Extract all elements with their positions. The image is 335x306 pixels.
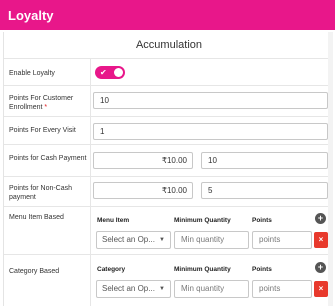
category-min-quantity-input[interactable]: Min quantity <box>174 280 249 298</box>
close-icon: × <box>318 284 324 293</box>
caret-down-icon: ▼ <box>159 237 165 243</box>
category-points-input[interactable]: points <box>252 280 312 298</box>
enrollment-label-text: Points For Customer Enrollment <box>9 95 74 111</box>
category-based-row: Category Based Category Minimum Quantity… <box>4 254 332 306</box>
min-quantity-column-header: Minimum Quantity <box>174 217 231 224</box>
min-quantity-column-header: Minimum Quantity <box>174 266 231 273</box>
category-based-label: Category Based <box>9 268 60 275</box>
vertical-scrollbar[interactable] <box>328 32 333 306</box>
plus-icon: + <box>317 262 324 272</box>
toggle-knob <box>114 68 123 77</box>
non-cash-payment-row: Points for Non-Cash payment ₹10.00 5 <box>4 176 332 206</box>
non-cash-points-input[interactable]: 5 <box>201 182 328 199</box>
checkmark-icon: ✔ <box>100 68 107 77</box>
menu-item-min-quantity-input[interactable]: Min quantity <box>174 231 249 249</box>
row-divider <box>90 207 91 254</box>
category-column-header: Category <box>97 266 126 273</box>
menu-item-points-input[interactable]: points <box>252 231 312 249</box>
category-select-value: Select an Op... <box>102 284 155 293</box>
remove-category-button[interactable]: × <box>314 281 328 297</box>
add-menu-item-button[interactable]: + <box>315 213 326 224</box>
row-divider <box>90 145 91 176</box>
menu-item-column-header: Menu Item <box>97 217 130 224</box>
every-visit-points-input[interactable]: 1 <box>93 123 328 140</box>
add-category-button[interactable]: + <box>315 262 326 273</box>
cash-payment-label: Points for Cash Payment <box>9 155 87 162</box>
menu-item-based-row: Menu Item Based Menu Item Minimum Quanti… <box>4 206 332 254</box>
non-cash-amount-input[interactable]: ₹10.00 <box>93 182 193 199</box>
every-visit-label: Points For Every Visit <box>9 127 76 134</box>
row-divider <box>90 255 91 306</box>
enrollment-label: Points For Customer Enrollment * <box>9 94 87 112</box>
cash-payment-row: Points for Cash Payment ₹10.00 10 <box>4 144 332 176</box>
cash-points-input[interactable]: 10 <box>201 152 328 169</box>
points-column-header: Points <box>252 217 272 224</box>
row-divider <box>90 86 91 116</box>
page-title: Loyalty <box>8 7 54 23</box>
points-column-header: Points <box>252 266 272 273</box>
required-mark: * <box>44 104 48 111</box>
caret-down-icon: ▼ <box>159 286 165 292</box>
menu-item-select-value: Select an Op... <box>102 235 155 244</box>
row-divider <box>90 177 91 206</box>
enable-loyalty-row: Enable Loyalty ✔ <box>4 58 332 85</box>
non-cash-payment-label: Points for Non-Cash payment <box>9 185 73 201</box>
menu-item-based-label: Menu Item Based <box>9 214 64 221</box>
accumulation-panel: Accumulation Enable Loyalty ✔ Points For… <box>3 32 333 306</box>
enrollment-points-input[interactable]: 10 <box>93 92 328 109</box>
app-header: Loyalty <box>0 0 335 30</box>
menu-item-select[interactable]: Select an Op... ▼ <box>96 231 171 249</box>
enable-loyalty-label: Enable Loyalty <box>9 70 55 77</box>
every-visit-row: Points For Every Visit 1 <box>4 116 332 144</box>
remove-menu-item-button[interactable]: × <box>314 232 328 248</box>
row-divider <box>90 117 91 144</box>
plus-icon: + <box>317 213 324 223</box>
cash-amount-input[interactable]: ₹10.00 <box>93 152 193 169</box>
close-icon: × <box>318 235 324 244</box>
enrollment-row: Points For Customer Enrollment * 10 <box>4 85 332 116</box>
category-select[interactable]: Select an Op... ▼ <box>96 280 171 298</box>
row-divider <box>90 59 91 85</box>
enable-loyalty-toggle[interactable]: ✔ <box>95 66 125 79</box>
section-title: Accumulation <box>135 39 203 51</box>
